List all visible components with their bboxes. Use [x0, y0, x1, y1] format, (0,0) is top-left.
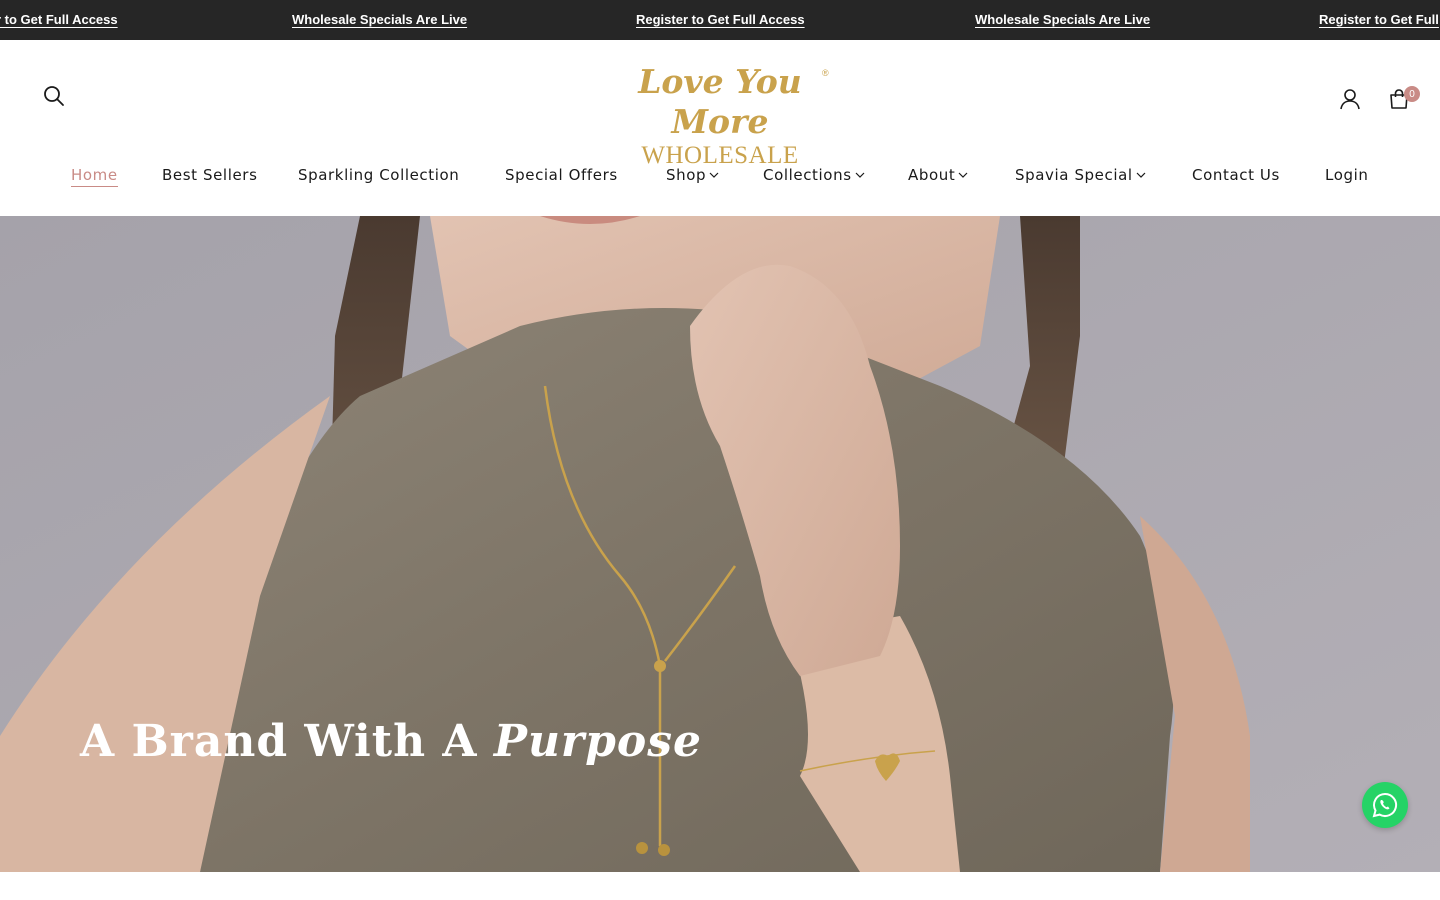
nav-item-shop[interactable]: Shop — [666, 166, 719, 184]
user-icon — [1340, 89, 1360, 110]
logo-registered-mark: ® — [822, 68, 829, 78]
page-content-start — [0, 872, 1440, 900]
nav-item-label: Home — [71, 166, 118, 187]
chevron-down-icon — [1136, 171, 1146, 179]
nav-item-label: Shop — [666, 166, 707, 184]
chevron-down-icon — [855, 171, 865, 179]
brand-logo[interactable]: Love You More ® WHOLESALE — [600, 62, 840, 169]
nav-item-spavia-special[interactable]: Spavia Special — [1015, 166, 1146, 184]
nav-item-about[interactable]: About — [908, 166, 968, 184]
whatsapp-icon — [1372, 792, 1397, 818]
hero-title-main: A Brand With A — [80, 716, 494, 767]
chevron-down-icon — [958, 171, 968, 179]
announcement-link[interactable]: r to Get Full Access — [0, 12, 118, 27]
nav-item-collections[interactable]: Collections — [763, 166, 865, 184]
account-button[interactable] — [1336, 85, 1364, 113]
nav-item-label: Spavia Special — [1015, 166, 1133, 184]
nav-item-best-sellers[interactable]: Best Sellers — [162, 166, 257, 184]
nav-item-label: Special Offers — [505, 166, 618, 184]
announcement-link[interactable]: Wholesale Specials Are Live — [975, 12, 1150, 27]
nav-item-login[interactable]: Login — [1325, 166, 1368, 184]
hero-title: A Brand With A Purpose — [80, 716, 702, 767]
logo-script-text: Love You More — [638, 62, 802, 141]
hero-banner[interactable]: A Brand With A Purpose — [0, 216, 1440, 872]
search-icon — [44, 86, 64, 106]
nav-item-contact-us[interactable]: Contact Us — [1192, 166, 1280, 184]
nav-item-sparkling-collection[interactable]: Sparkling Collection — [298, 166, 459, 184]
nav-item-label: Login — [1325, 166, 1369, 184]
cart-count-badge: 0 — [1404, 86, 1420, 102]
search-button[interactable] — [40, 82, 68, 110]
nav-item-home[interactable]: Home — [71, 166, 118, 187]
chevron-down-icon — [709, 171, 719, 179]
nav-item-label: Best Sellers — [162, 166, 258, 184]
nav-item-label: Collections — [763, 166, 852, 184]
nav-item-label: About — [908, 166, 956, 184]
site-header: Love You More ® WHOLESALE 0 Home Best Se… — [0, 40, 1440, 216]
whatsapp-chat-button[interactable] — [1362, 782, 1408, 828]
announcement-link[interactable]: Wholesale Specials Are Live — [292, 12, 467, 27]
announcement-link[interactable]: Register to Get Full Access — [636, 12, 805, 27]
announcement-bar: r to Get Full Access Wholesale Specials … — [0, 0, 1440, 40]
announcement-link[interactable]: Register to Get Full — [1319, 12, 1439, 27]
nav-item-label: Sparkling Collection — [298, 166, 460, 184]
nav-item-label: Contact Us — [1192, 166, 1280, 184]
hero-title-emphasis: Purpose — [493, 716, 702, 767]
nav-item-special-offers[interactable]: Special Offers — [505, 166, 618, 184]
hero-image — [0, 216, 1440, 872]
main-navigation: Home Best Sellers Sparkling Collection S… — [0, 166, 1440, 190]
